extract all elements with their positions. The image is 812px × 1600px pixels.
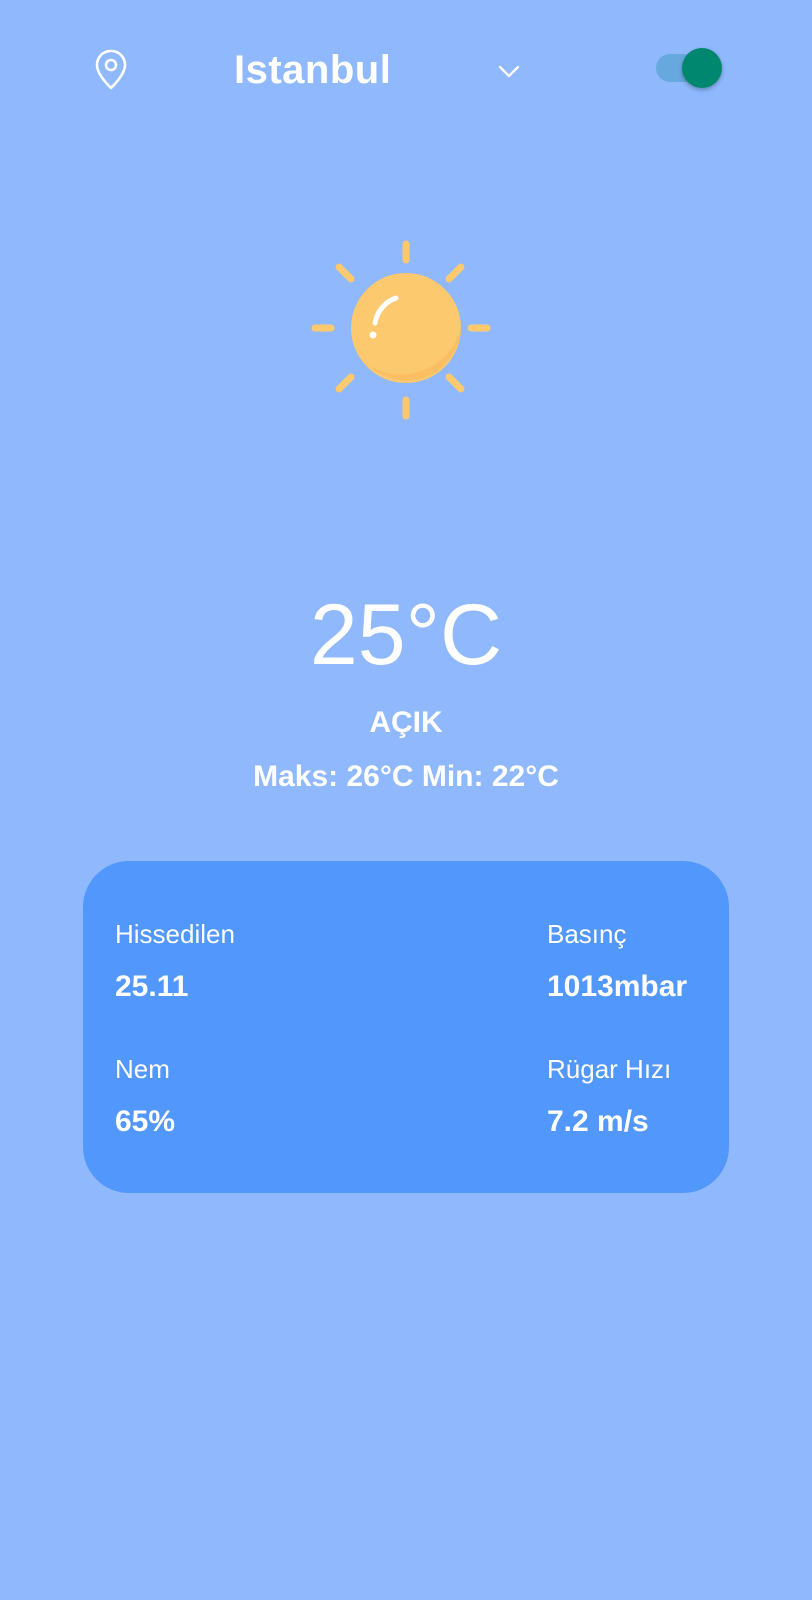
chevron-down-icon[interactable] [496,58,522,84]
humidity-value: 65% [115,1105,176,1138]
toggle-thumb [682,48,722,88]
feels-like-label: Hissedilen [115,919,235,949]
wind-speed-value: 7.2 m/s [547,1105,649,1138]
weather-condition: AÇIK [369,706,443,739]
city-name[interactable]: Istanbul [234,46,391,94]
sun-icon [311,240,491,420]
humidity-label: Nem [115,1054,170,1084]
pressure-label: Basınç [547,919,627,949]
map-pin-icon[interactable] [94,48,128,92]
weather-details-card: Hissedilen 25.11 Basınç 1013mbar Nem 65%… [83,861,729,1193]
app-header: Istanbul [0,0,812,140]
min-max-temperature: Maks: 26°C Min: 22°C [253,760,559,793]
current-temperature: 25°C [309,587,503,683]
wind-speed-label: Rügar Hızı [547,1054,672,1084]
feels-like-value: 25.11 [115,970,189,1003]
pressure-value: 1013mbar [547,970,688,1003]
theme-toggle[interactable] [652,46,724,90]
